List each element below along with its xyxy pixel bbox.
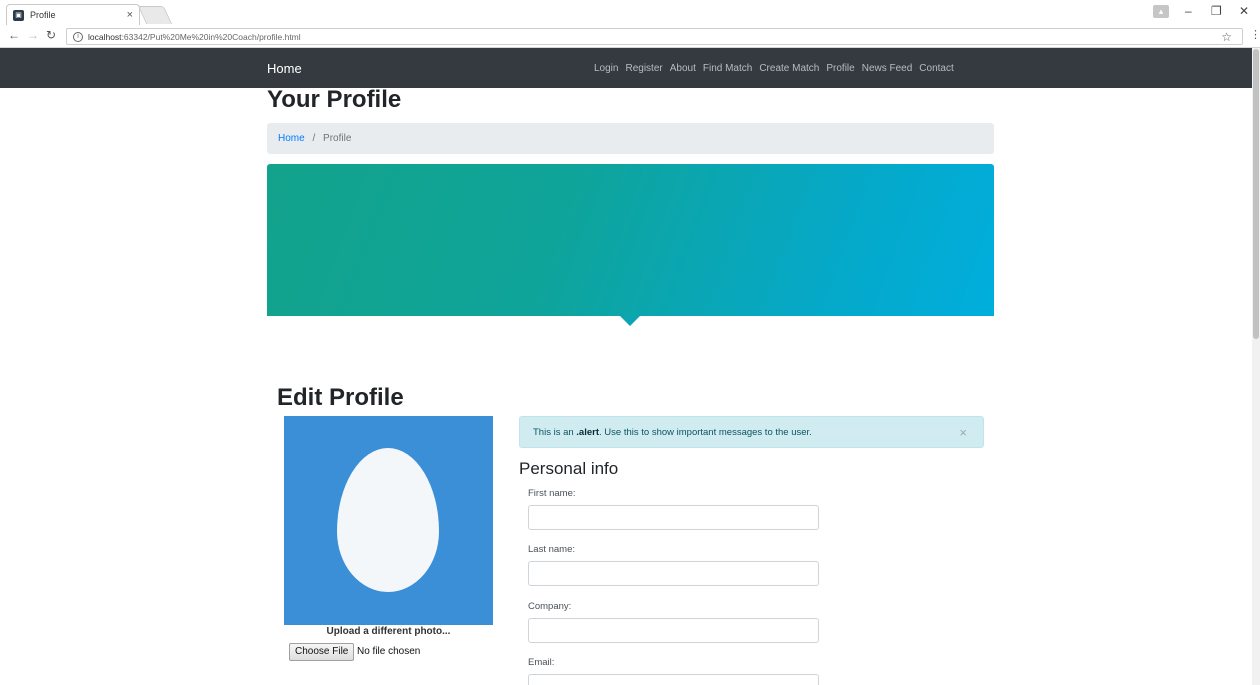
info-alert: This is an .alert. Use this to show impo…	[519, 416, 984, 448]
nav-link-find-match[interactable]: Find Match	[703, 63, 752, 74]
breadcrumb-home-link[interactable]: Home	[278, 133, 305, 144]
nav-link-login[interactable]: Login	[594, 63, 618, 74]
breadcrumb: Home / Profile	[267, 123, 994, 154]
navbar-brand[interactable]: Home	[267, 61, 302, 76]
company-label: Company:	[528, 601, 572, 612]
first-name-label: First name:	[528, 488, 576, 499]
avatar	[284, 416, 493, 625]
company-input[interactable]	[528, 618, 819, 643]
last-name-input[interactable]	[528, 561, 819, 586]
last-name-label: Last name:	[528, 544, 575, 555]
upload-photo-label: Upload a different photo...	[326, 626, 451, 637]
nav-links: Login Register About Find Match Create M…	[594, 63, 961, 74]
url-host: localhost	[88, 31, 122, 42]
first-name-input[interactable]	[528, 505, 819, 530]
back-icon[interactable]: ←	[8, 28, 20, 42]
browser-tab-bar: ▣ Profile × ▴ – ❐ ✕	[0, 0, 1260, 25]
alert-text-strong: .alert	[576, 427, 600, 438]
bookmark-star-icon[interactable]: ☆	[1221, 30, 1232, 44]
nav-link-register[interactable]: Register	[625, 63, 662, 74]
site-navbar: Home Login Register About Find Match Cre…	[0, 48, 1252, 88]
new-tab-button[interactable]	[137, 6, 173, 24]
email-input[interactable]	[528, 674, 819, 685]
hero-pointer-arrow	[620, 316, 640, 326]
nav-link-about[interactable]: About	[670, 63, 696, 74]
close-window-icon[interactable]: ✕	[1239, 4, 1249, 18]
nav-link-news-feed[interactable]: News Feed	[862, 63, 913, 74]
url-path: :63342/Put%20Me%20in%20Coach/profile.htm…	[121, 31, 301, 42]
url-input[interactable]: i localhost :63342/Put%20Me%20in%20Coach…	[66, 28, 1243, 45]
info-icon[interactable]: i	[73, 31, 83, 42]
scrollbar-thumb[interactable]	[1253, 49, 1259, 339]
browser-address-bar: ← → ↻ i localhost :63342/Put%20Me%20in%2…	[0, 25, 1260, 48]
email-label: Email:	[528, 657, 555, 668]
favicon-icon: ▣	[13, 9, 24, 21]
forward-icon[interactable]: →	[27, 28, 39, 42]
default-avatar-egg-icon	[337, 448, 439, 592]
page-title: Your Profile	[267, 86, 402, 113]
nav-link-create-match[interactable]: Create Match	[759, 63, 819, 74]
browser-menu-icon[interactable]: ⋮	[1250, 28, 1260, 41]
tab-title: Profile	[30, 10, 56, 20]
restore-icon[interactable]: ❐	[1211, 4, 1222, 18]
minimize-icon[interactable]: –	[1185, 4, 1192, 18]
alert-text-suffix: . Use this to show important messages to…	[599, 427, 812, 438]
browser-profile-icon[interactable]: ▴	[1153, 5, 1169, 18]
nav-link-profile[interactable]: Profile	[826, 63, 854, 74]
alert-close-icon[interactable]: ×	[959, 425, 967, 440]
breadcrumb-separator: /	[312, 133, 316, 144]
file-status-text: No file chosen	[357, 646, 421, 657]
personal-info-title: Personal info	[519, 459, 619, 478]
breadcrumb-current: Profile	[323, 133, 352, 144]
profile-hero-banner	[267, 164, 994, 316]
nav-link-contact[interactable]: Contact	[919, 63, 953, 74]
choose-file-button[interactable]: Choose File	[289, 643, 355, 661]
browser-tab[interactable]: ▣ Profile ×	[6, 4, 140, 25]
alert-text-prefix: This is an	[533, 427, 577, 438]
tab-close-icon[interactable]: ×	[127, 9, 133, 21]
reload-icon[interactable]: ↻	[46, 28, 56, 42]
edit-profile-title: Edit Profile	[277, 384, 404, 411]
